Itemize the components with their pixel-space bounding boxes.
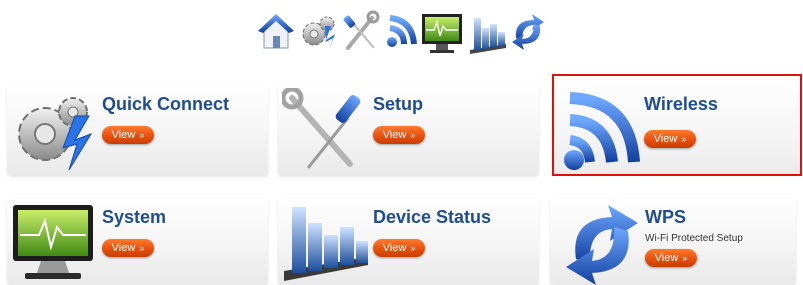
view-button[interactable]: View »	[644, 130, 696, 148]
tile-system[interactable]: System View »	[7, 199, 268, 285]
view-button-label: View	[111, 242, 136, 254]
chevron-right-icon: »	[410, 243, 416, 253]
view-button-label: View	[653, 133, 678, 145]
tile-setup[interactable]: Setup View »	[278, 86, 539, 176]
view-button[interactable]: View »	[373, 126, 425, 144]
wrench-screwdriver-icon	[282, 88, 370, 172]
view-button[interactable]: View »	[102, 126, 154, 144]
monitor-icon[interactable]	[420, 8, 464, 56]
tile-title: WPS	[645, 207, 687, 227]
view-button-label: View	[382, 129, 407, 141]
home-icon[interactable]	[256, 8, 296, 56]
view-button-label: View	[111, 129, 136, 141]
tile-title: Wireless	[644, 94, 718, 114]
tile-quick-connect[interactable]: Quick Connect View »	[7, 86, 268, 176]
tile-title: Device Status	[373, 207, 492, 227]
tile-title: Quick Connect	[102, 94, 230, 114]
chevron-right-icon: »	[410, 130, 416, 140]
chevron-right-icon: »	[681, 134, 687, 144]
view-button[interactable]: View »	[373, 239, 425, 257]
tile-wireless[interactable]: Wireless View »	[552, 74, 802, 176]
tools-icon[interactable]	[342, 8, 382, 56]
view-button[interactable]: View »	[645, 249, 697, 267]
tile-wps[interactable]: WPS Wi-Fi Protected Setup View »	[550, 199, 796, 285]
tile-title: System	[102, 207, 167, 227]
top-icon-bar	[256, 8, 556, 58]
wireless-icon[interactable]	[382, 8, 422, 56]
chevron-right-icon: »	[139, 130, 145, 140]
gears-lightning-icon	[11, 88, 99, 172]
view-button-label: View	[654, 252, 679, 264]
sync-arrows-icon[interactable]	[508, 8, 548, 56]
bar-chart-icon	[282, 201, 370, 285]
sync-arrows-icon	[558, 201, 646, 285]
tile-title: Setup	[373, 94, 424, 114]
chevron-right-icon: »	[139, 243, 145, 253]
tile-device-status[interactable]: Device Status View »	[278, 199, 539, 285]
gears-icon[interactable]	[299, 8, 339, 56]
view-button-label: View	[382, 242, 407, 254]
tile-subtitle: Wi-Fi Protected Setup	[645, 233, 743, 244]
bar-chart-icon[interactable]	[468, 8, 508, 56]
view-button[interactable]: View »	[102, 239, 154, 257]
chevron-right-icon: »	[682, 253, 688, 263]
wireless-signal-icon	[560, 88, 648, 172]
monitor-graph-icon	[11, 201, 99, 285]
